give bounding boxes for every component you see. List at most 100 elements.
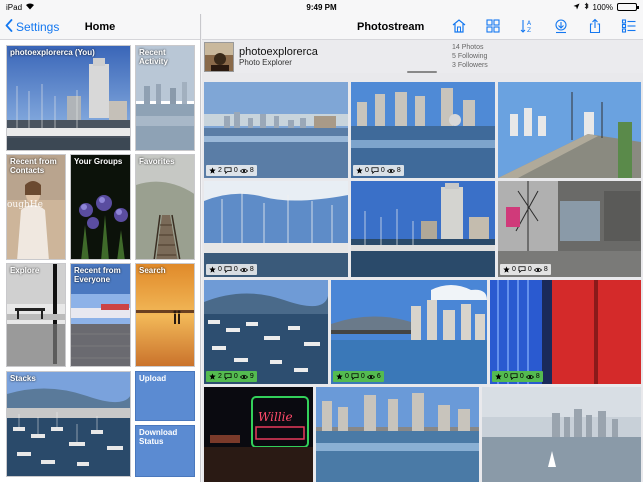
comment-count: 0 [527, 266, 532, 273]
svg-text:A: A [527, 20, 532, 27]
comment-icon [371, 167, 379, 174]
chevron-left-icon [5, 18, 16, 35]
tile-stacks-label: Stacks [10, 374, 36, 383]
comment-icon [224, 266, 232, 273]
photo-tile[interactable]: 0 0 8 [351, 82, 495, 178]
photo-tile[interactable] [482, 387, 641, 482]
photostream-panel: Photostream AZ photoexplorerca Photo Exp… [202, 14, 643, 482]
tile-favorites[interactable]: Favorites [135, 154, 195, 260]
photo-tile[interactable]: 2 0 9 [204, 280, 328, 384]
tile-explore[interactable]: Explore [6, 263, 66, 367]
fav-count: 0 [345, 373, 349, 380]
battery-percent: 100% [592, 2, 613, 12]
list-icon[interactable] [621, 18, 637, 34]
search-photo [136, 264, 194, 366]
photo-tile[interactable]: 0 0 6 [331, 280, 487, 384]
photo-image [316, 387, 479, 482]
view-count: 9 [249, 373, 254, 380]
followers-count: 3 Followers [452, 62, 488, 69]
profile-subtitle: Photo Explorer [239, 58, 292, 67]
eye-icon [239, 374, 248, 379]
view-count: 8 [543, 266, 548, 273]
download-icon[interactable] [553, 18, 569, 34]
photo-tile[interactable] [316, 387, 479, 482]
fav-count: 0 [512, 266, 516, 273]
photo-tile[interactable] [351, 181, 495, 277]
eye-icon [386, 168, 395, 173]
photo-tile[interactable]: Willie [204, 387, 313, 482]
photostream-nav-bar: Photostream AZ [202, 14, 643, 40]
comment-icon [224, 373, 232, 380]
battery-icon [617, 3, 639, 11]
photo-tile[interactable]: 2 0 8 [204, 82, 348, 178]
tile-search[interactable]: Search [135, 263, 195, 367]
photo-stats-badge: 0 0 8 [492, 371, 543, 382]
view-count: 8 [396, 167, 401, 174]
comment-count: 0 [519, 373, 524, 380]
photo-tile[interactable]: 0 0 8 [498, 181, 641, 277]
toolbar: AZ [451, 18, 637, 34]
comment-count: 0 [233, 266, 238, 273]
clock: 9:49 PM [306, 2, 337, 12]
view-count: 8 [249, 266, 254, 273]
svg-text:Willie: Willie [258, 410, 293, 424]
comment-icon [224, 167, 232, 174]
photo-tile[interactable]: 0 0 8 [490, 280, 641, 384]
photo-image: Willie [204, 387, 313, 482]
profile-header: photoexplorerca Photo Explorer 14 Photos… [202, 40, 643, 73]
comment-count: 0 [380, 167, 385, 174]
star-icon [495, 373, 502, 380]
photostream-title: Photostream [357, 20, 425, 33]
tile-upload[interactable]: Upload [135, 371, 195, 421]
tile-explore-label: Explore [10, 266, 40, 275]
photo-image [498, 82, 641, 178]
tile-download-status[interactable]: Download Status [135, 425, 195, 477]
photo-stats-badge: 0 0 8 [206, 264, 257, 275]
photo-tile[interactable] [498, 82, 641, 178]
fav-count: 2 [218, 167, 222, 174]
home-panel: Home Settings photoexplorerca (You) Rece… [0, 14, 201, 482]
svg-text:Z: Z [527, 27, 531, 34]
view-count: 8 [535, 373, 540, 380]
tile-search-label: Search [139, 266, 166, 275]
star-icon [209, 167, 216, 174]
home-nav-bar: Home Settings [0, 14, 200, 40]
groups-photo [71, 155, 130, 259]
location-icon [573, 3, 580, 12]
grid-icon[interactable] [485, 18, 501, 34]
tile-upload-label: Upload [139, 374, 167, 383]
tile-recent-everyone[interactable]: Recent from Everyone [70, 263, 131, 367]
stacks-photo [7, 372, 130, 476]
photo-image [204, 82, 348, 178]
tile-stacks[interactable]: Stacks [6, 371, 131, 477]
photo-image [498, 181, 641, 277]
profile-username: photoexplorerca [239, 46, 318, 58]
tile-recent-activity[interactable]: Recent Activity [135, 45, 195, 151]
photo-image [351, 181, 495, 277]
profile-tile-photo [7, 46, 130, 150]
share-icon[interactable] [587, 18, 603, 34]
pull-handle[interactable] [407, 71, 437, 73]
back-button[interactable]: Settings [0, 18, 59, 35]
tile-groups[interactable]: Your Groups [70, 154, 131, 260]
profile-stats: 14 Photos 5 Following 3 Followers [452, 43, 488, 70]
tile-profile-label: photoexplorerca (You) [10, 48, 95, 57]
avatar[interactable] [204, 41, 234, 72]
comment-count: 0 [233, 167, 238, 174]
following-count: 5 Following [452, 53, 488, 60]
wifi-icon [25, 2, 35, 12]
tile-recent-contacts[interactable]: oughHe Recent from Contacts [6, 154, 66, 260]
photo-tile[interactable]: 0 0 8 [204, 181, 348, 277]
fav-count: 0 [504, 373, 508, 380]
photo-image [204, 280, 328, 384]
comment-icon [518, 266, 526, 273]
eye-icon [525, 374, 534, 379]
tile-profile[interactable]: photoexplorerca (You) [6, 45, 131, 151]
home-icon[interactable] [451, 18, 467, 34]
favorites-photo [136, 155, 194, 259]
sort-az-icon[interactable]: AZ [519, 18, 535, 34]
tile-recent-contacts-label: Recent from Contacts [10, 157, 57, 175]
comment-icon [351, 373, 359, 380]
photo-stats-badge: 0 0 8 [500, 264, 551, 275]
star-icon [503, 266, 510, 273]
